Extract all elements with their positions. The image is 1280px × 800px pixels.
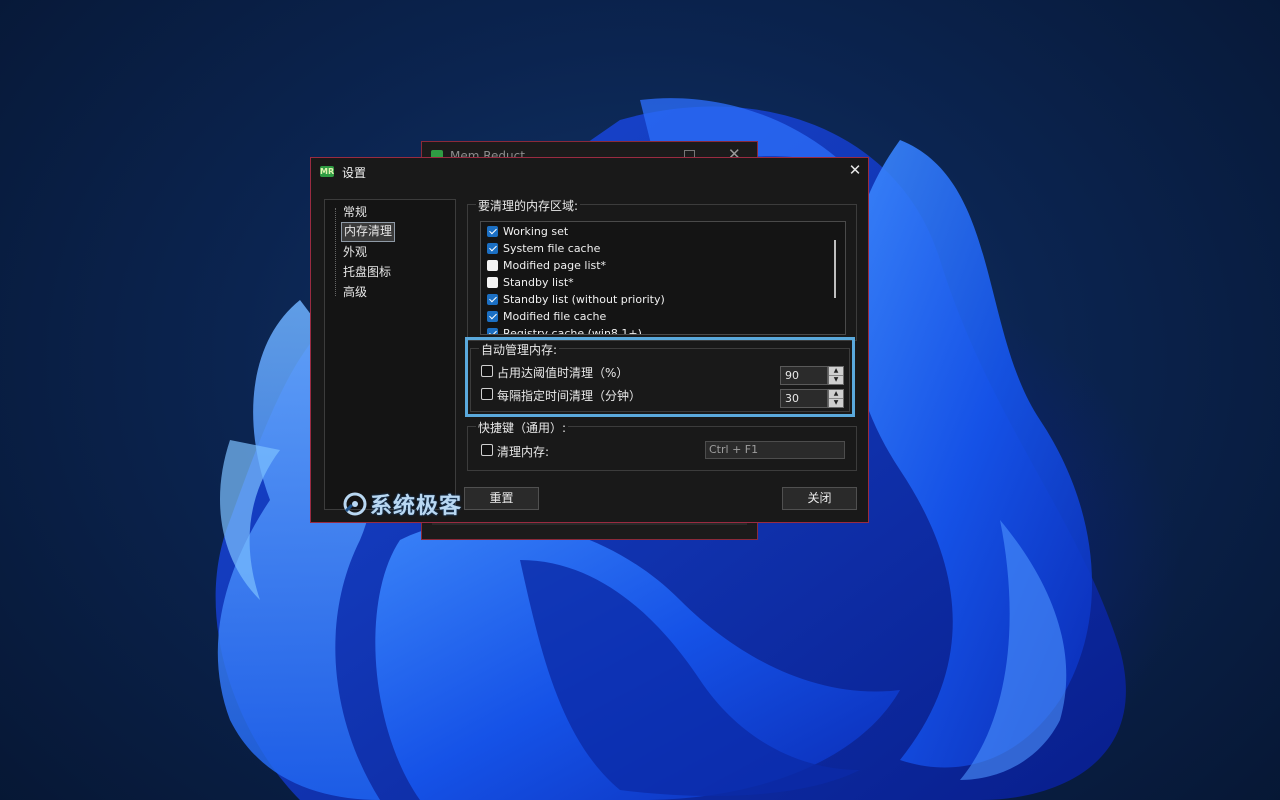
- list-item[interactable]: Registry cache (win8.1+): [487, 325, 642, 335]
- list-item[interactable]: Modified page list*: [487, 257, 606, 274]
- memory-regions-group: 要清理的内存区域: Working set System file cache …: [467, 197, 857, 341]
- list-item-label: Standby list*: [503, 276, 574, 289]
- hotkey-label: 快捷键（通用）:: [476, 419, 569, 436]
- watermark: 系统极客: [342, 488, 462, 520]
- watermark-logo-icon: [343, 492, 367, 516]
- nav-item-tray-icon[interactable]: 托盘图标: [341, 263, 393, 281]
- nav-item-appearance[interactable]: 外观: [341, 243, 369, 261]
- app-icon: MR: [320, 166, 335, 177]
- chevron-down-icon[interactable]: ▼: [829, 375, 843, 384]
- interval-stepper[interactable]: ▲ ▼: [828, 389, 844, 408]
- hotkey-input[interactable]: Ctrl + F1: [705, 441, 845, 459]
- nav-item-general[interactable]: 常规: [341, 203, 369, 221]
- checkbox-unchecked-icon[interactable]: [487, 277, 498, 288]
- hotkey-clean-label: 清理内存:: [497, 445, 550, 459]
- list-item[interactable]: Working set: [487, 223, 568, 240]
- settings-nav-tree: 常规 内存清理 外观 托盘图标 高级: [324, 199, 456, 510]
- memory-regions-list[interactable]: Working set System file cache Modified p…: [480, 221, 846, 335]
- checkbox-checked-icon[interactable]: [487, 311, 498, 322]
- list-item-label: Registry cache (win8.1+): [503, 327, 642, 335]
- nav-item-advanced[interactable]: 高级: [341, 283, 369, 301]
- list-item[interactable]: Standby list (without priority): [487, 291, 665, 308]
- checkbox-checked-icon[interactable]: [487, 294, 498, 305]
- close-icon[interactable]: ✕: [846, 161, 864, 179]
- checkbox-checked-icon[interactable]: [487, 226, 498, 237]
- watermark-text: 系统极客: [370, 494, 463, 519]
- threshold-stepper[interactable]: ▲ ▼: [828, 366, 844, 385]
- auto-manage-group: 自动管理内存: 占用达阈值时清理（%） 90 ▲ ▼ 每隔指定时间清理（分钟） …: [470, 341, 850, 412]
- list-item-label: System file cache: [503, 242, 601, 255]
- auto-manage-label: 自动管理内存:: [479, 341, 560, 358]
- nav-item-memory-clean[interactable]: 内存清理: [341, 222, 396, 242]
- memory-regions-label: 要清理的内存区域:: [476, 197, 581, 214]
- hotkey-group: 快捷键（通用）: 清理内存: Ctrl + F1: [467, 419, 857, 471]
- list-item[interactable]: System file cache: [487, 240, 600, 257]
- chevron-down-icon[interactable]: ▼: [829, 398, 843, 407]
- list-item-label: Modified page list*: [503, 259, 607, 272]
- hotkey-clean-checkbox[interactable]: [481, 444, 493, 456]
- threshold-checkbox[interactable]: [481, 365, 493, 377]
- interval-label: 每隔指定时间清理（分钟）: [497, 389, 642, 403]
- list-item-label: Working set: [503, 225, 569, 238]
- dialog-title: 设置: [342, 166, 367, 180]
- threshold-input[interactable]: 90: [780, 366, 828, 385]
- chevron-up-icon[interactable]: ▲: [829, 390, 843, 398]
- tree-lines: [335, 208, 337, 296]
- threshold-label: 占用达阈值时清理（%）: [497, 366, 629, 380]
- list-item-label: Modified file cache: [503, 310, 607, 323]
- checkbox-checked-icon[interactable]: [487, 328, 498, 334]
- close-button[interactable]: 关闭: [782, 487, 857, 510]
- list-item[interactable]: Standby list*: [487, 274, 574, 291]
- chevron-up-icon[interactable]: ▲: [829, 367, 843, 375]
- list-scrollbar[interactable]: [834, 240, 836, 298]
- interval-input[interactable]: 30: [780, 389, 828, 408]
- checkbox-checked-icon[interactable]: [487, 243, 498, 254]
- checkbox-unchecked-icon[interactable]: [487, 260, 498, 271]
- list-item-label: Standby list (without priority): [503, 293, 665, 306]
- reset-button[interactable]: 重置: [464, 487, 539, 510]
- settings-dialog: MR 设置 ✕ 常规 内存清理 外观 托盘图标 高级 要清理的内存区域: Wor…: [310, 157, 869, 523]
- list-item[interactable]: Modified file cache: [487, 308, 606, 325]
- interval-checkbox[interactable]: [481, 388, 493, 400]
